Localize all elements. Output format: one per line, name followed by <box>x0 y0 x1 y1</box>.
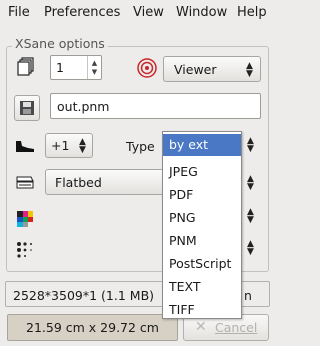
target-icon <box>136 57 158 79</box>
type-option-text[interactable]: TEXT <box>163 276 241 298</box>
color-mode-icon <box>14 208 36 230</box>
image-info-text: 2528*3509*1 (1.1 MB) <box>13 288 155 303</box>
dimensions-field: 21.59 cm x 29.72 cm <box>7 314 178 341</box>
type-option-pdf[interactable]: PDF <box>163 184 241 206</box>
type-option-tiff[interactable]: TIFF <box>163 299 241 321</box>
floppy-icon <box>20 101 34 115</box>
menubar: File Preferences View Window Help <box>0 0 275 24</box>
halftone-icon <box>14 239 36 261</box>
type-option-png[interactable]: PNG <box>163 207 241 229</box>
type-dropdown-menu[interactable]: by ext JPEG PDF PNG PNM PostScript TEXT … <box>162 131 242 319</box>
combo-arrows-icon: ▲ ▼ <box>246 61 253 79</box>
type-combo-arrows-icon[interactable]: ▲ ▼ <box>247 137 254 154</box>
scanner-icon <box>14 173 36 195</box>
menu-help[interactable]: Help <box>237 5 267 20</box>
copies-spin-arrows[interactable]: ▲ ▼ <box>87 56 101 79</box>
type-option-jpeg[interactable]: JPEG <box>163 161 241 183</box>
scan-source-arrows-icon[interactable]: ▲ ▼ <box>247 175 254 192</box>
spin-up-icon[interactable]: ▲ <box>92 59 97 68</box>
shoe-icon <box>14 135 36 157</box>
options-legend: XSane options <box>12 36 108 51</box>
resolution-spinbutton[interactable]: +1 ▲ ▼ <box>45 133 93 158</box>
filename-input[interactable]: out.pnm <box>50 93 261 119</box>
cancel-label: Cancel <box>215 320 258 335</box>
menu-view[interactable]: View <box>133 5 164 20</box>
menu-window[interactable]: Window <box>176 5 227 20</box>
viewer-combo[interactable]: Viewer ▲ ▼ <box>163 56 261 82</box>
menu-preferences[interactable]: Preferences <box>44 5 120 20</box>
cancel-icon: ✕ <box>195 319 207 335</box>
type-option-pnm[interactable]: PNM <box>163 230 241 252</box>
filename-value: out.pnm <box>57 99 110 114</box>
type-option-by-ext[interactable]: by ext <box>163 134 241 156</box>
type-option-postscript[interactable]: PostScript <box>163 253 241 275</box>
resolution-arrows-icon[interactable]: ▲ ▼ <box>79 138 86 155</box>
menu-file[interactable]: File <box>8 5 30 20</box>
viewer-label: Viewer <box>174 62 217 77</box>
browse-file-button[interactable] <box>14 95 40 121</box>
halftone-arrows-icon[interactable]: ▲ ▼ <box>247 240 254 257</box>
type-label: Type <box>126 139 155 154</box>
color-mode-arrows-icon[interactable]: ▲ ▼ <box>247 208 254 225</box>
copies-value: 1 <box>56 60 64 75</box>
image-info-overflow-text: n <box>244 288 252 303</box>
scan-source-value: Flatbed <box>55 175 102 190</box>
copies-icon <box>15 56 37 78</box>
spin-down-icon[interactable]: ▼ <box>92 68 97 77</box>
resolution-value: +1 <box>51 138 70 153</box>
copies-spinbutton[interactable]: 1 ▲ ▼ <box>50 55 102 80</box>
